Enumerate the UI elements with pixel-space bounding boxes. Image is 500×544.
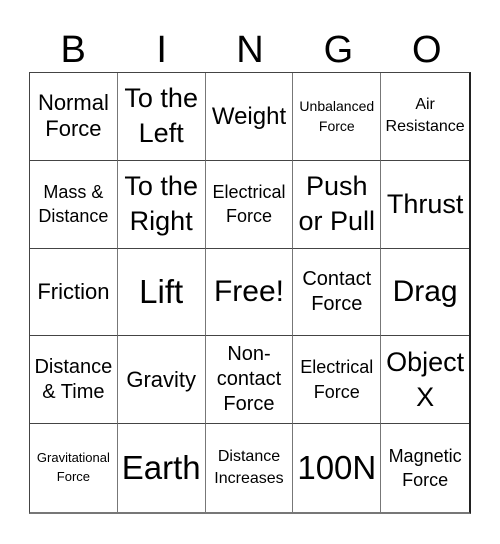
bingo-cell[interactable]: Thrust (381, 161, 469, 249)
bingo-cell[interactable]: Distance Increases (206, 424, 294, 512)
bingo-grid: Normal Force To the Left Weight Unbalanc… (29, 72, 471, 514)
bingo-cell[interactable]: Magnetic Force (381, 424, 469, 512)
bingo-cell[interactable]: Earth (118, 424, 206, 512)
bingo-cell[interactable]: Drag (381, 249, 469, 337)
bingo-cell[interactable]: Lift (117, 248, 206, 337)
bingo-cell[interactable]: Weight (205, 73, 294, 161)
bingo-cell[interactable]: Gravity (117, 336, 206, 425)
bingo-cell[interactable]: Object X (381, 336, 469, 425)
header-letter-n: N (236, 29, 264, 71)
bingo-cell[interactable]: Gravitational Force (30, 424, 118, 512)
bingo-cell[interactable]: Normal Force (30, 73, 118, 161)
header-letter-b: B (60, 29, 86, 71)
bingo-header: B I N G O (29, 28, 471, 72)
bingo-cell[interactable]: Contact Force (293, 248, 382, 337)
bingo-cell[interactable]: Push or Pull (293, 160, 382, 249)
bingo-cell[interactable]: Air Resistance (381, 73, 469, 161)
header-letter-i: I (156, 29, 167, 71)
header-letter-o: O (412, 29, 442, 71)
bingo-cell[interactable]: Non- contact Force (205, 336, 294, 425)
bingo-cell[interactable]: 100N (293, 424, 382, 512)
bingo-cell[interactable]: To the Right (117, 160, 206, 249)
bingo-cell[interactable]: Distance & Time (30, 336, 118, 425)
free-space-cell[interactable]: Free! (205, 248, 294, 337)
bingo-cell[interactable]: Electrical Force (205, 160, 294, 249)
bingo-cell[interactable]: Mass & Distance (30, 160, 118, 249)
bingo-cell[interactable]: Unbalanced Force (293, 73, 382, 161)
bingo-cell[interactable]: Electrical Force (293, 336, 382, 425)
bingo-cell[interactable]: Friction (30, 248, 118, 337)
bingo-cell[interactable]: To the Left (117, 73, 206, 161)
header-letter-g: G (323, 29, 354, 71)
